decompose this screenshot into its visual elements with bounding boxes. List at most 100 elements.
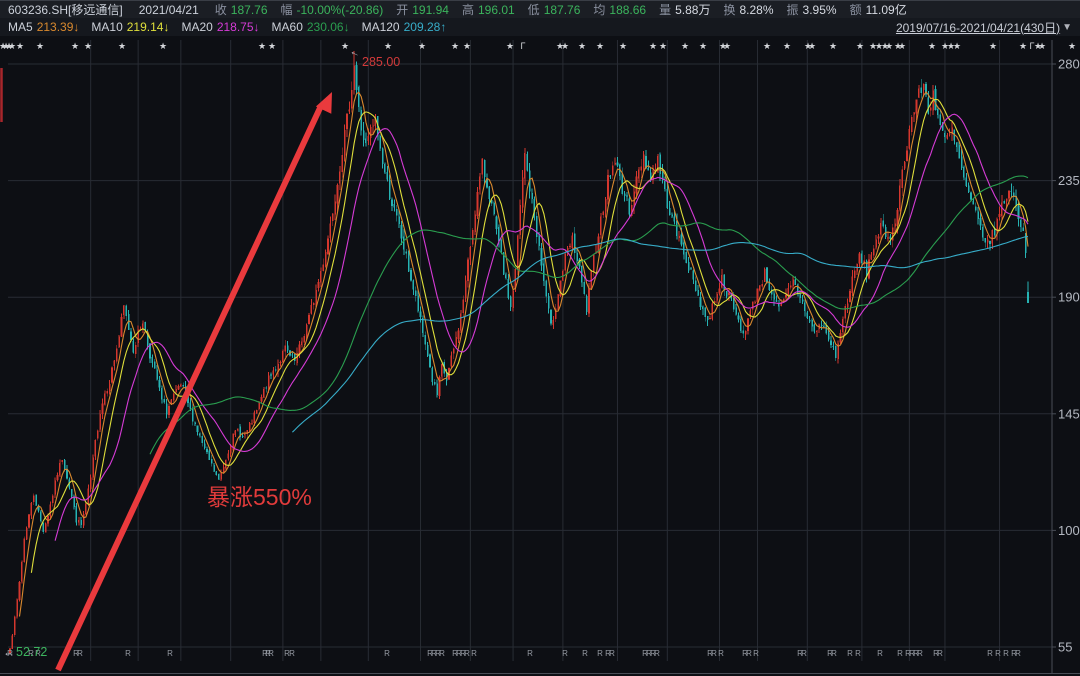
event-star-icon[interactable]: ★ [681, 41, 689, 51]
event-star-icon[interactable]: ★ [989, 41, 997, 51]
quote-field-value: -10.00%(-20.86) [297, 3, 384, 17]
quote-field: 振3.95% [787, 1, 837, 18]
quote-field-value: 11.09亿 [866, 1, 907, 18]
quote-field: 均 188.66 [593, 1, 646, 18]
quote-field: 低 187.76 [528, 1, 581, 18]
event-star-icon[interactable]: ★ [659, 41, 667, 51]
event-star-icon[interactable]: ★ [898, 41, 906, 51]
event-star-icon[interactable]: ★ [578, 41, 586, 51]
chevron-down-icon: ▼ [1062, 22, 1072, 33]
candlesticks[interactable] [9, 51, 1029, 654]
quote-bar: 603236.SH[移远通信] 2021/04/21 收187.76幅-10.0… [0, 0, 1080, 18]
exright-marker: R [597, 649, 603, 658]
quote-field-label: 低 [528, 1, 540, 18]
exright-markers: RRRRRRRRRRRRRRRRRRRRRRRRRRRRRRRRRRRRRRRR… [7, 649, 1021, 658]
trend-arrow [58, 92, 332, 670]
exright-marker: R [831, 649, 837, 658]
ma-item: MA60230.06↓ [272, 20, 350, 34]
quote-field-label: 幅 [281, 1, 293, 18]
event-star-icon[interactable]: ★ [268, 41, 276, 51]
event-star-icon[interactable]: ★ [1038, 41, 1046, 51]
event-star-icon[interactable]: ★ [885, 41, 893, 51]
event-star-icon[interactable]: ★ [506, 41, 514, 51]
event-star-icon[interactable]: ★ [451, 41, 459, 51]
quote-field: 换 8.28% [723, 1, 773, 18]
event-star-icon[interactable]: ★ [619, 41, 627, 51]
quote-fields: 收187.76幅-10.00%(-20.86)开191.94高196.01低18… [215, 1, 920, 18]
event-star-icon[interactable]: ★ [723, 41, 731, 51]
ma-indicator-bar: MA5213.39↓MA10219.14↓MA20218.75↓MA60230.… [0, 18, 1080, 36]
event-star-icon[interactable]: ★ [829, 41, 837, 51]
ma-item-value: 219.14↓ [127, 20, 170, 34]
exright-marker: R [609, 649, 615, 658]
event-star-icon[interactable]: ★ [159, 41, 167, 51]
exright-marker: R [753, 649, 759, 658]
exright-marker: R [897, 649, 903, 658]
event-star-icon[interactable]: ★ [699, 41, 707, 51]
quote-field-value: 8.28% [740, 3, 774, 17]
ma-line-120 [292, 237, 1028, 433]
peak-arrow-icon: ← [348, 45, 363, 61]
axis-label: 55 [1058, 640, 1072, 655]
event-star-icon[interactable]: ★ [1068, 41, 1076, 51]
exright-marker: R [718, 649, 724, 658]
ma-item-label: MA60 [272, 20, 303, 34]
event-star-icon[interactable]: ★ [1019, 41, 1027, 51]
stock-symbol: 603236.SH[移远通信] [8, 1, 123, 18]
exright-marker: R [937, 649, 943, 658]
event-markers: ★★★★★★★★★★★★★★★★★★★★★★★★★★★★★★★★★★★★★★★★… [0, 41, 1076, 51]
event-star-icon[interactable]: ★ [808, 41, 816, 51]
event-star-icon[interactable]: ★ [763, 41, 771, 51]
quote-field-label: 均 [593, 1, 605, 18]
quote-field-label: 高 [462, 1, 474, 18]
event-star-icon[interactable]: ★ [783, 41, 791, 51]
exright-marker: R [471, 649, 477, 658]
quote-field-label: 开 [396, 1, 408, 18]
date-range-selector[interactable]: 2019/07/16-2021/04/21(430日) ▼ [896, 19, 1072, 36]
quote-field: 开191.94 [396, 1, 449, 18]
axis-label: 100 [1058, 523, 1080, 538]
event-star-icon[interactable]: ★ [71, 41, 79, 51]
event-star-icon[interactable]: ★ [84, 41, 92, 51]
ma-item: MA10219.14↓ [91, 20, 169, 34]
quote-field-value: 188.66 [609, 3, 646, 17]
event-star-icon[interactable]: ★ [16, 41, 24, 51]
chart-canvas[interactable]: 28023519014510055★★★★★★★★★★★★★★★★★★★★★★★… [0, 36, 1080, 676]
event-star-icon[interactable]: ★ [118, 41, 126, 51]
event-star-icon[interactable]: ★ [463, 41, 471, 51]
event-star-icon[interactable]: ★ [596, 41, 604, 51]
exright-marker: R [801, 649, 807, 658]
ma-line-20 [55, 114, 1028, 541]
event-star-icon[interactable]: ★ [341, 41, 349, 51]
event-star-icon[interactable]: ★ [8, 41, 16, 51]
price-axis-labels: 28023519014510055 [1052, 57, 1080, 655]
exright-marker: R [987, 649, 993, 658]
date-range-label: 2019/07/16-2021/04/21(430日) [896, 19, 1060, 36]
exright-marker: R [654, 649, 660, 658]
exright-marker: R [464, 649, 470, 658]
kline-chart-area[interactable]: 28023519014510055★★★★★★★★★★★★★★★★★★★★★★★… [0, 36, 1080, 676]
event-flag-icon[interactable]: Γ [521, 41, 526, 51]
quote-field-value: 187.76 [544, 3, 581, 17]
event-star-icon[interactable]: ★ [36, 41, 44, 51]
event-flag-icon[interactable]: Γ [1030, 41, 1035, 51]
quote-field-label: 换 [723, 1, 735, 18]
ma-item-label: MA5 [8, 20, 33, 34]
event-star-icon[interactable]: ★ [561, 41, 569, 51]
ma-item: MA120209.28↑ [362, 20, 447, 34]
quote-field-value: 196.01 [478, 3, 515, 17]
quote-field: 高 196.01 [462, 1, 515, 18]
event-star-icon[interactable]: ★ [418, 41, 426, 51]
exright-marker: R [77, 649, 83, 658]
exright-marker: R [1015, 649, 1021, 658]
quote-field-label: 额 [850, 1, 862, 18]
event-star-icon[interactable]: ★ [384, 41, 392, 51]
event-star-icon[interactable]: ★ [928, 41, 936, 51]
axis-label: 280 [1058, 57, 1080, 72]
event-star-icon[interactable]: ★ [856, 41, 864, 51]
event-star-icon[interactable]: ★ [953, 41, 961, 51]
event-star-icon[interactable]: ★ [258, 41, 266, 51]
low-arrow-icon: ← [3, 645, 15, 659]
event-star-icon[interactable]: ★ [649, 41, 657, 51]
quote-field-label: 量 [659, 1, 671, 18]
